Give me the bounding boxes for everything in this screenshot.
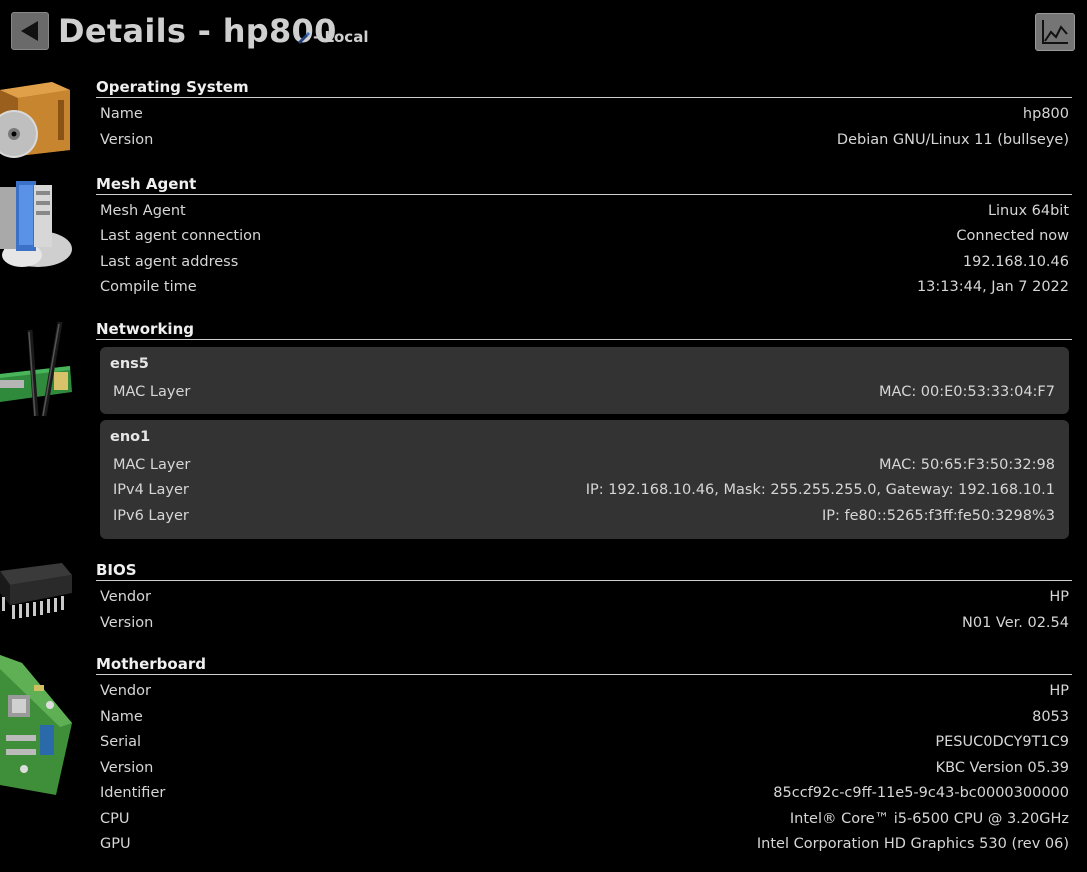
section-title: Mesh Agent [96,175,1072,195]
detail-row: Compile time 13:13:44, Jan 7 2022 [100,277,1069,297]
chart-icon [1042,20,1068,44]
detail-row: IPv4 Layer IP: 192.168.10.46, Mask: 255.… [113,480,1055,500]
detail-row: Name hp800 [100,104,1069,124]
row-value: 192.168.10.46 [962,254,1069,270]
detail-row: MAC Layer MAC: 00:E0:53:33:04:F7 [113,382,1055,402]
detail-row: Serial PESUC0DCY9T1C9 [100,732,1069,752]
chart-button[interactable] [1035,13,1075,51]
device-group-label: - Local [313,28,369,46]
detail-row: Last agent address 192.168.10.46 [100,252,1069,272]
chip-icon [0,563,72,619]
row-label: MAC Layer [113,384,191,400]
row-label: IPv6 Layer [113,508,189,524]
row-label: MAC Layer [113,457,191,473]
detail-row: Vendor HP [100,681,1069,701]
detail-row: Version KBC Version 05.39 [100,758,1069,778]
row-value: HP [1049,683,1069,699]
row-label: IPv4 Layer [113,482,189,498]
section-bios: BIOS Vendor HP Version N01 Ver. 02.54 [0,553,1087,641]
section-mesh-agent: Mesh Agent Mesh Agent Linux 64bit Last a… [0,167,1087,302]
row-label: Compile time [100,279,197,295]
row-label: Name [100,709,143,725]
detail-row: CPU Intel® Core™ i5-6500 CPU @ 3.20GHz [100,809,1069,829]
row-label: Last agent connection [100,228,262,244]
detail-row: MAC Layer MAC: 50:65:F3:50:32:98 [113,455,1055,475]
section-motherboard: Motherboard Vendor HP Name 8053 Serial P… [0,647,1087,862]
row-label: Vendor [100,683,151,699]
row-value: 8053 [1032,709,1069,725]
section-title: Motherboard [96,655,1072,675]
row-value: IP: 192.168.10.46, Mask: 255.255.255.0, … [585,482,1055,498]
row-value: 13:13:44, Jan 7 2022 [916,279,1069,295]
row-value: Linux 64bit [987,203,1069,219]
detail-row: Name 8053 [100,707,1069,727]
row-value: 85ccf92c-c9ff-11e5-9c43-bc0000300000 [773,785,1069,801]
row-value: Debian GNU/Linux 11 (bullseye) [836,132,1069,148]
back-arrow-icon [21,21,38,41]
row-value: KBC Version 05.39 [935,760,1069,776]
network-interface-card: eno1 MAC Layer MAC: 50:65:F3:50:32:98 IP… [100,420,1069,539]
row-label: Last agent address [100,254,239,270]
detail-row: Version N01 Ver. 02.54 [100,613,1069,633]
row-label: Mesh Agent [100,203,186,219]
row-value: N01 Ver. 02.54 [962,615,1069,631]
row-value: Connected now [956,228,1069,244]
row-label: Serial [100,734,142,750]
row-label: Vendor [100,589,151,605]
row-label: Version [100,615,154,631]
detail-row: Mesh Agent Linux 64bit [100,201,1069,221]
page-header: Details - hp800 - Local [0,0,1087,68]
detail-row: Identifier 85ccf92c-c9ff-11e5-9c43-bc000… [100,783,1069,803]
detail-row: IPv6 Layer IP: fe80::5265:f3ff:fe50:3298… [113,506,1055,526]
row-value: MAC: 00:E0:53:33:04:F7 [879,384,1055,400]
network-card-icon [0,321,72,417]
detail-row: Last agent connection Connected now [100,226,1069,246]
row-label: CPU [100,811,130,827]
section-title: Operating System [96,78,1072,98]
detail-row: Vendor HP [100,587,1069,607]
row-label: Version [100,132,154,148]
motherboard-icon [0,655,72,795]
page-title: Details - hp800 [58,12,337,50]
network-interface-card: ens5 MAC Layer MAC: 00:E0:53:33:04:F7 [100,347,1069,414]
row-value: Intel Corporation HD Graphics 530 (rev 0… [756,836,1069,852]
section-operating-system: Operating System Name hp800 Version Debi… [0,70,1087,160]
row-value: MAC: 50:65:F3:50:32:98 [878,457,1055,473]
interface-name: ens5 [110,356,149,372]
detail-row: GPU Intel Corporation HD Graphics 530 (r… [100,834,1069,854]
row-label: Name [100,106,143,122]
back-button[interactable] [11,12,49,50]
server-icon [0,181,72,267]
row-label: GPU [100,836,131,852]
section-title: Networking [96,320,1072,340]
row-value: PESUC0DCY9T1C9 [935,734,1069,750]
interface-name: eno1 [110,429,151,445]
row-value: Intel® Core™ i5-6500 CPU @ 3.20GHz [789,811,1069,827]
pencil-icon[interactable] [296,30,310,44]
row-value: IP: fe80::5265:f3ff:fe50:3298%3 [821,508,1055,524]
detail-row: Version Debian GNU/Linux 11 (bullseye) [100,130,1069,150]
row-value: HP [1049,589,1069,605]
software-box-icon [0,82,70,158]
row-value: hp800 [1022,106,1069,122]
section-title: BIOS [96,561,1072,581]
section-networking: Networking ens5 MAC Layer MAC: 00:E0:53:… [0,312,1087,547]
row-label: Identifier [100,785,166,801]
row-label: Version [100,760,154,776]
